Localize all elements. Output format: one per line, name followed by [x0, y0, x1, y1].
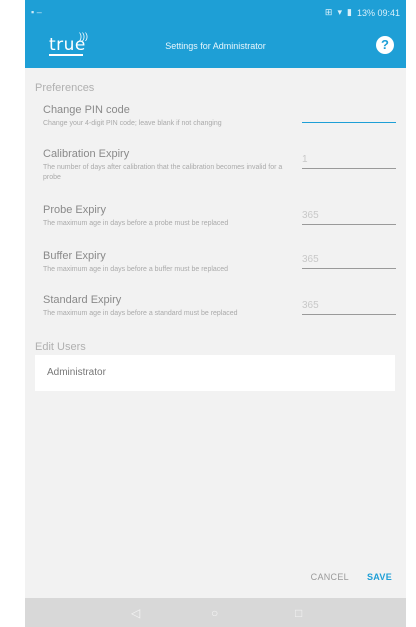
pin-input[interactable] [302, 108, 396, 123]
recent-apps-icon[interactable]: □ [295, 606, 302, 620]
pref-subtitle: The maximum age in days before a buffer … [43, 266, 229, 273]
cancel-button[interactable]: CANCEL [311, 572, 349, 582]
pref-calibration-expiry: Calibration Expiry The number of days af… [43, 148, 303, 183]
pref-title: Change PIN code [43, 104, 130, 116]
pref-change-pin: Change PIN code Change your 4-digit PIN … [43, 104, 303, 129]
status-right: ⊞ ▾ ▮ 13% 09:41 [325, 7, 400, 18]
system-nav-bar: ◁ ○ □ [25, 598, 406, 627]
pref-subtitle: The maximum age in days before a probe m… [43, 220, 229, 227]
device-screen: ▪ ‒ ⊞ ▾ ▮ 13% 09:41 true ))) Settings fo… [25, 0, 406, 627]
help-icon[interactable]: ? [376, 36, 394, 54]
pref-title: Standard Expiry [43, 294, 122, 306]
pref-title: Calibration Expiry [43, 148, 130, 160]
probe-expiry-input[interactable]: 365 [302, 210, 396, 225]
settings-content: Preferences Change PIN code Change your … [25, 68, 406, 568]
save-button[interactable]: SAVE [367, 572, 392, 582]
back-icon[interactable]: ◁ [131, 606, 140, 620]
preferences-header: Preferences [35, 82, 95, 94]
pref-subtitle: The maximum age in days before a standar… [43, 310, 238, 317]
pref-title: Probe Expiry [43, 204, 106, 216]
wifi-icon: ▾ [337, 7, 342, 17]
status-bar: ▪ ‒ ⊞ ▾ ▮ 13% 09:41 [25, 0, 406, 24]
pref-buffer-expiry: Buffer Expiry The maximum age in days be… [43, 250, 303, 275]
logo-underline [49, 54, 83, 56]
dialog-actions: CANCEL SAVE [311, 572, 392, 582]
status-clock: 13% 09:41 [356, 7, 400, 18]
user-row-administrator[interactable]: Administrator [35, 355, 395, 391]
notification-icon: ▪ ‒ [31, 7, 42, 17]
pref-probe-expiry: Probe Expiry The maximum age in days bef… [43, 204, 303, 229]
edit-users-header: Edit Users [35, 341, 86, 353]
pref-title: Buffer Expiry [43, 250, 106, 262]
buffer-expiry-input[interactable]: 365 [302, 254, 396, 269]
pref-standard-expiry: Standard Expiry The maximum age in days … [43, 294, 303, 319]
calibration-expiry-input[interactable]: 1 [302, 154, 396, 169]
vibrate-icon: ⊞ [324, 7, 333, 17]
pref-subtitle: The number of days after calibration tha… [43, 164, 283, 181]
app-bar: true ))) Settings for Administrator ? [25, 24, 406, 68]
home-icon[interactable]: ○ [211, 606, 218, 620]
battery-icon: ▮ [347, 7, 352, 17]
page-title: Settings for Administrator [165, 41, 266, 51]
pref-subtitle: Change your 4-digit PIN code; leave blan… [43, 120, 222, 127]
standard-expiry-input[interactable]: 365 [302, 300, 396, 315]
signal-waves-icon: ))) [79, 31, 88, 41]
user-name: Administrator [47, 367, 106, 378]
